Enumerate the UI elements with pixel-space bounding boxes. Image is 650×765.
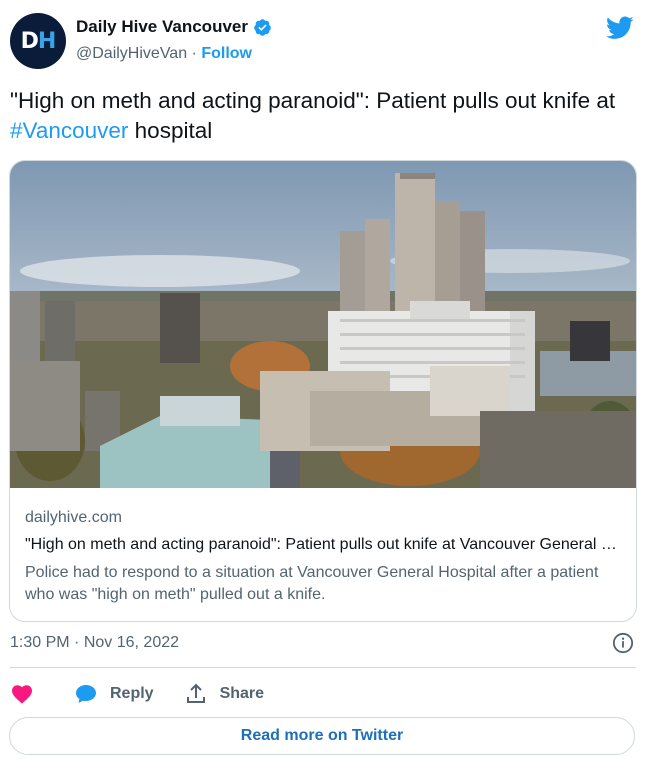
author-handle-row: @DailyHiveVan · Follow: [76, 45, 252, 63]
tweet-text-before: "High on meth and acting paranoid": Pati…: [10, 88, 616, 113]
speech-bubble-icon: [76, 685, 96, 703]
reply-button[interactable]: Reply: [74, 682, 154, 706]
like-button[interactable]: [10, 682, 34, 706]
info-icon[interactable]: [612, 632, 634, 654]
card-image-hospital-skyline: [10, 161, 636, 488]
reply-label: Reply: [110, 685, 154, 702]
tweet-date: Nov 16, 2022: [83, 634, 180, 651]
share-button[interactable]: Share: [184, 682, 264, 706]
author-display-name[interactable]: Daily Hive Vancouver: [76, 17, 248, 37]
embedded-tweet: DH Daily Hive Vancouver @DailyHiveVan · …: [0, 0, 650, 765]
link-preview-card[interactable]: dailyhive.com "High on meth and acting p…: [9, 160, 637, 622]
author-handle[interactable]: @DailyHiveVan: [76, 45, 187, 62]
follow-link[interactable]: Follow: [201, 45, 252, 62]
author-name-row: Daily Hive Vancouver: [76, 17, 272, 37]
card-title: "High on meth and acting paranoid": Pati…: [25, 536, 623, 553]
tweet-text: "High on meth and acting paranoid": Pati…: [10, 86, 630, 146]
tweet-actions: Reply Share: [10, 680, 294, 708]
hashtag-link[interactable]: #Vancouver: [10, 118, 128, 143]
divider: [10, 667, 636, 668]
verified-badge-icon: [254, 18, 271, 36]
share-label: Share: [219, 685, 265, 702]
tweet-text-after: hospital: [128, 118, 213, 143]
twitter-bird-icon[interactable]: [606, 16, 634, 40]
card-domain: dailyhive.com: [25, 509, 122, 526]
card-description: Police had to respond to a situation at …: [25, 564, 599, 603]
timestamp-separator: ·: [74, 634, 80, 651]
heart-icon: [12, 685, 32, 704]
read-more-button[interactable]: Read more on Twitter: [9, 717, 635, 755]
handle-separator: ·: [191, 45, 197, 62]
share-icon: [186, 683, 205, 703]
avatar[interactable]: DH: [10, 13, 66, 69]
tweet-timestamp[interactable]: 1:30 PM · Nov 16, 2022: [10, 634, 179, 652]
avatar-initials: DH: [20, 28, 57, 54]
tweet-time: 1:30 PM: [10, 634, 70, 651]
